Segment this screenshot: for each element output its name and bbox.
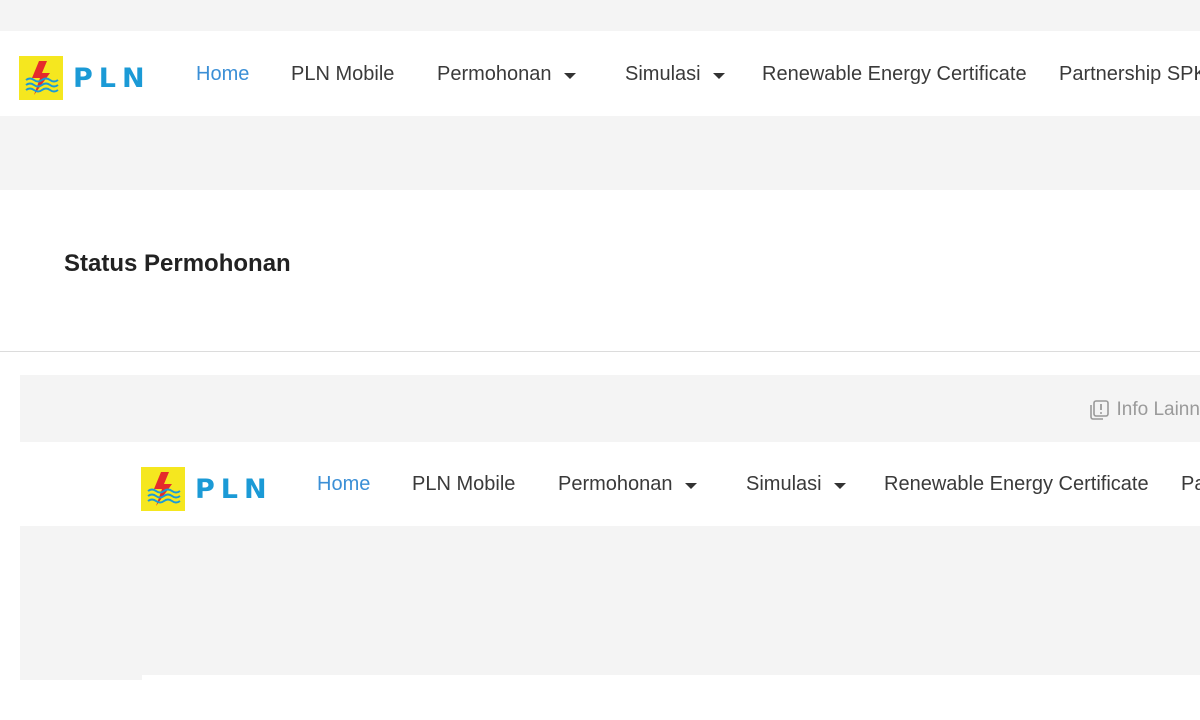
nav-permohonan-label: Permohonan [437, 63, 552, 85]
nav-simulasi-label: Simulasi [625, 63, 701, 85]
nav-permohonan[interactable]: Permohonan [437, 63, 576, 86]
nav-partnership-label: Partnership SPKLU [1059, 63, 1200, 85]
brand-name: PLN [73, 62, 151, 94]
embedded-nav-permohonan-label: Permohonan [558, 473, 673, 495]
embedded-pln-logo[interactable]: PLN [141, 467, 273, 511]
embedded-nav-partnership[interactable]: Partnership SPKLU [1181, 473, 1200, 496]
nav-home[interactable]: Home [196, 63, 249, 86]
embedded-nav-pln-mobile-label: PLN Mobile [412, 473, 516, 495]
embedded-nav-renewable-label: Renewable Energy Certificate [884, 473, 1149, 495]
page-title: Status Permohonan [64, 250, 291, 277]
nav-home-label: Home [196, 63, 250, 85]
embedded-nav-pln-mobile[interactable]: PLN Mobile [412, 473, 515, 496]
embedded-nav-home-label: Home [317, 473, 371, 495]
embedded-nav-renewable-energy-certificate[interactable]: Renewable Energy Certificate [884, 473, 1149, 496]
embedded-nav-partnership-label: Partnership SPKLU [1181, 473, 1200, 495]
embedded-brand-name: PLN [195, 473, 273, 505]
nav-pln-mobile-label: PLN Mobile [291, 63, 395, 85]
main-navbar: PLN Home PLN Mobile Permohonan Simulasi … [0, 31, 1200, 116]
nav-pln-mobile[interactable]: PLN Mobile [291, 63, 394, 86]
top-strip [0, 0, 1200, 31]
nav-renewable-label: Renewable Energy Certificate [762, 63, 1027, 85]
pln-lightning-logo-icon [19, 56, 63, 100]
chevron-down-icon [563, 72, 576, 79]
info-document-icon [1090, 400, 1110, 420]
section-divider [0, 351, 1200, 352]
chevron-down-icon [684, 482, 697, 489]
pln-lightning-logo-icon [141, 467, 185, 511]
embedded-navbar: PLN Home PLN Mobile Permohonan Simulasi … [20, 442, 1200, 526]
nav-renewable-energy-certificate[interactable]: Renewable Energy Certificate [762, 63, 1027, 86]
nav-partnership[interactable]: Partnership SPKLU [1059, 63, 1200, 86]
embedded-nav-permohonan[interactable]: Permohonan [558, 473, 697, 496]
chevron-down-icon [712, 72, 725, 79]
chevron-down-icon [833, 482, 846, 489]
info-lainnya-link[interactable]: Info Lainnya [1088, 399, 1200, 421]
nav-simulasi[interactable]: Simulasi [625, 63, 725, 86]
embedded-nav-home[interactable]: Home [317, 473, 370, 496]
info-lainnya-label: Info Lainnya [1116, 399, 1200, 420]
embedded-nav-simulasi-label: Simulasi [746, 473, 822, 495]
pln-logo[interactable]: PLN [19, 56, 151, 100]
embedded-page-frame: Info Lainnya PLN Home PLN Mobile Permoho… [20, 375, 1200, 680]
banner-band [0, 116, 1200, 190]
embedded-nav-simulasi[interactable]: Simulasi [746, 473, 846, 496]
embedded-content-edge [142, 675, 1200, 720]
